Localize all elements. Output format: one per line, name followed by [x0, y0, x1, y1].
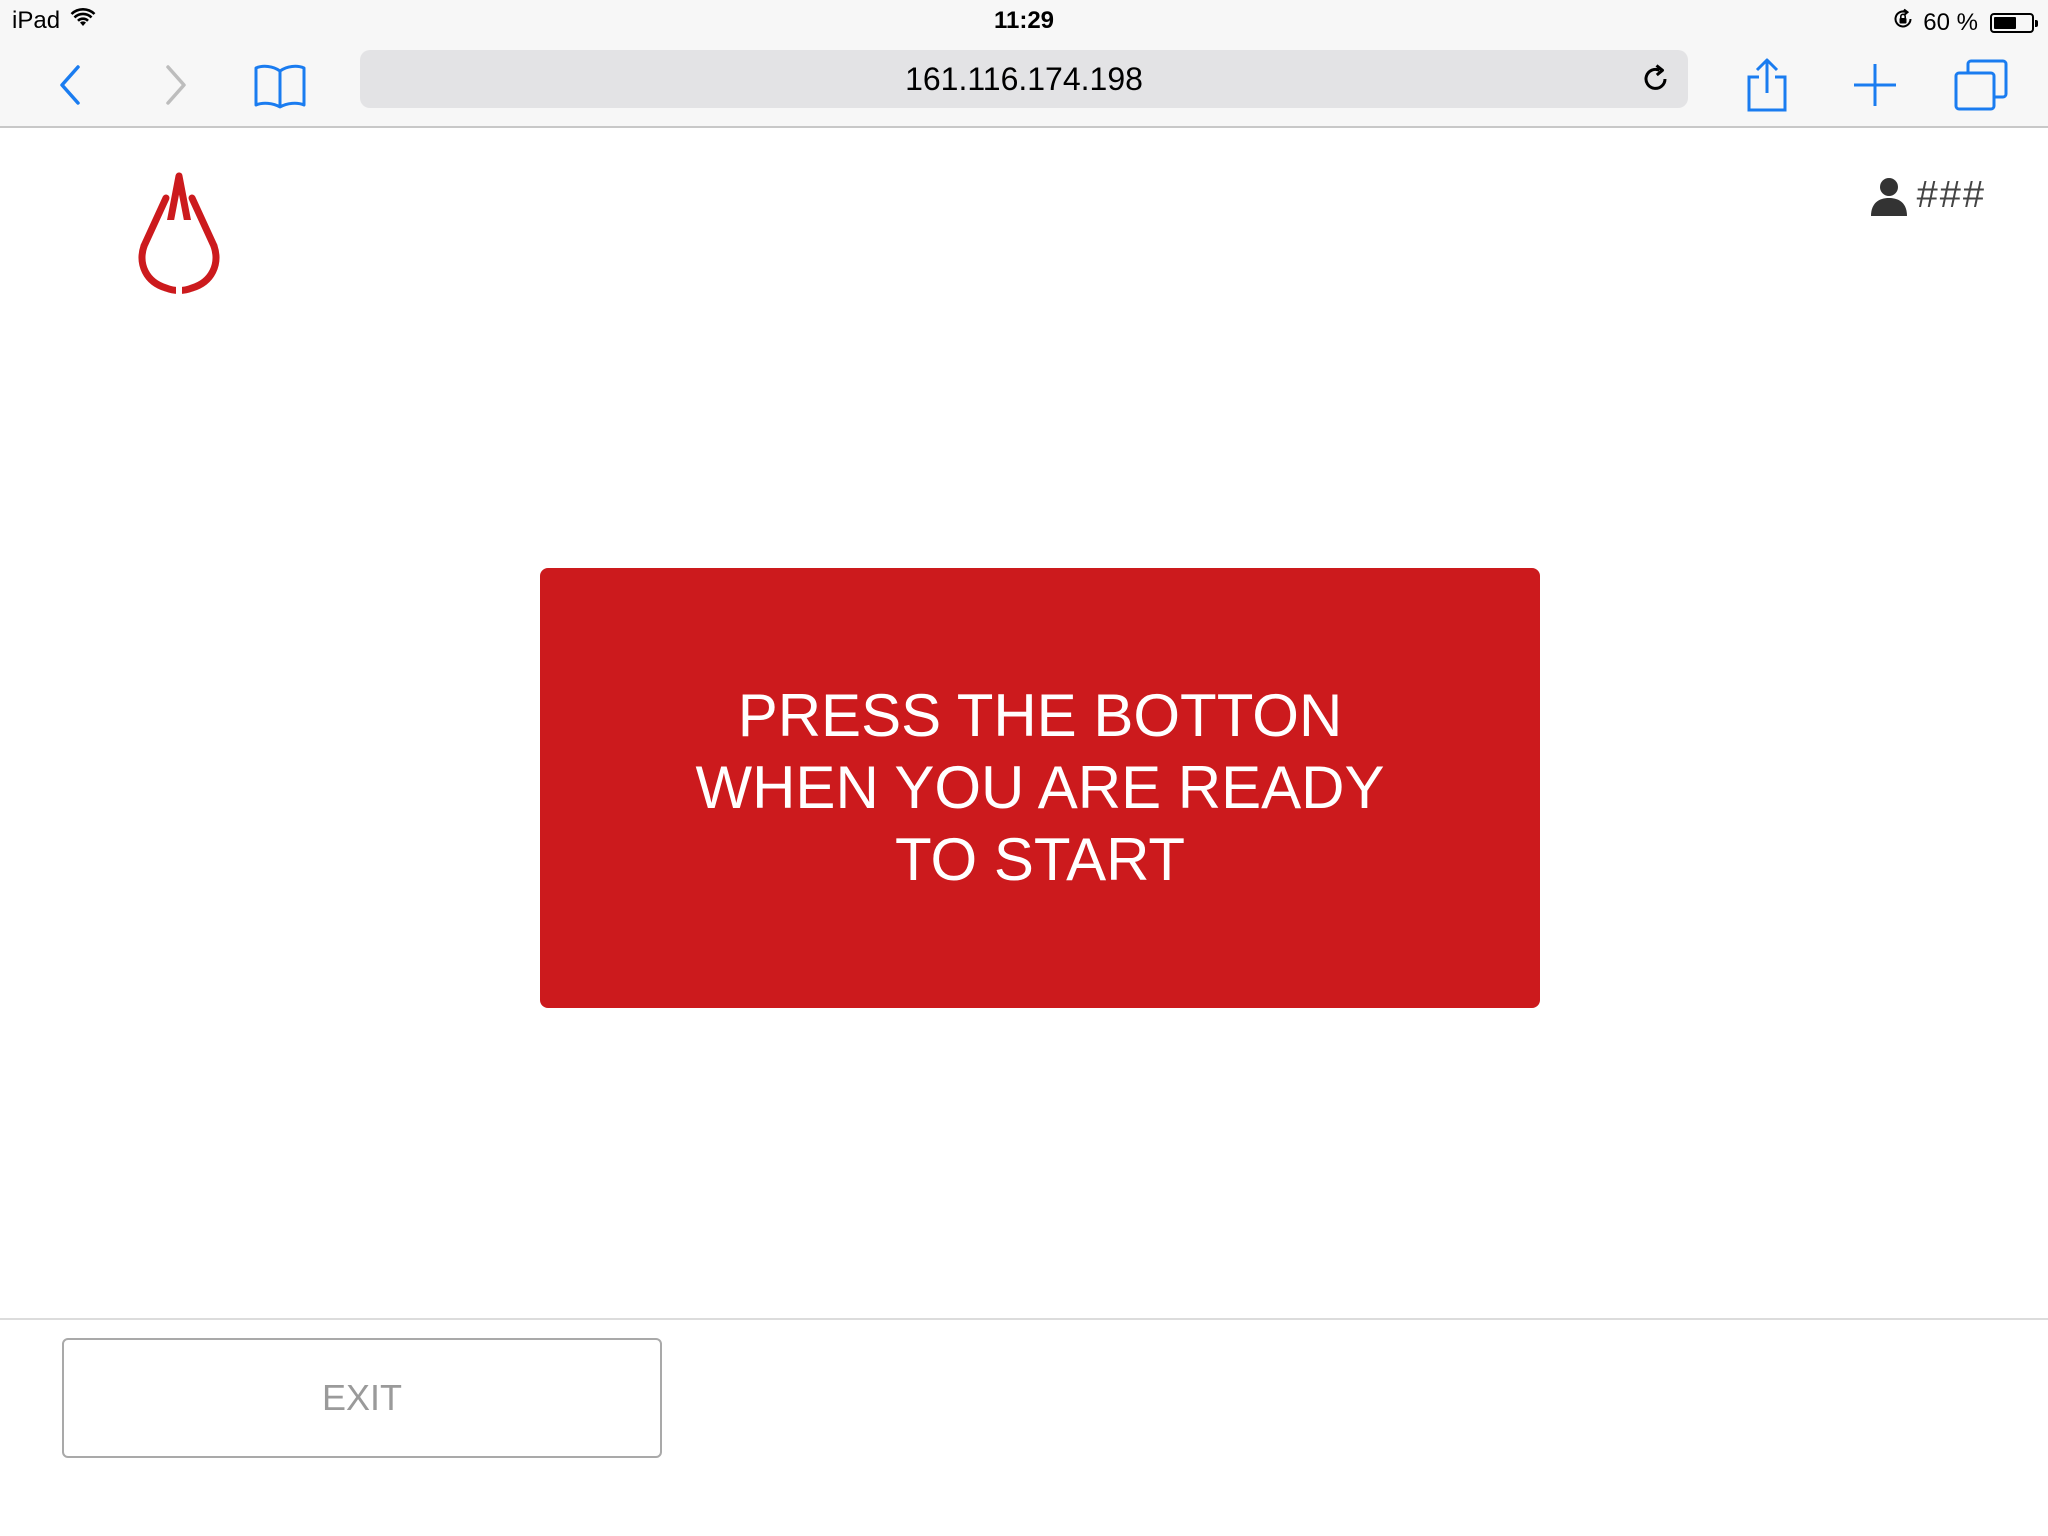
- tabs-button[interactable]: [1946, 50, 2016, 120]
- battery-fill: [1994, 16, 2016, 29]
- status-right: 60 %: [1891, 7, 2038, 38]
- user-name: ###: [1916, 174, 1986, 216]
- share-button[interactable]: [1732, 50, 1802, 120]
- book-icon: [254, 64, 306, 109]
- tabs-icon: [1954, 59, 2008, 111]
- new-tab-button[interactable]: [1840, 50, 1910, 120]
- battery-icon: [1990, 12, 2038, 33]
- exit-button[interactable]: EXIT: [62, 1338, 662, 1458]
- share-icon: [1747, 58, 1787, 112]
- battery-percent: 60 %: [1923, 8, 1978, 36]
- status-time: 11:29: [993, 7, 1055, 34]
- user-indicator[interactable]: ###: [1869, 174, 1986, 217]
- footer-divider: [0, 1318, 2048, 1320]
- url-text: 161.116.174.198: [905, 60, 1143, 97]
- bookmarks-button[interactable]: [245, 50, 315, 120]
- chevron-left-icon: [60, 65, 80, 105]
- back-button[interactable]: [36, 50, 106, 120]
- chevron-right-icon: [166, 65, 186, 105]
- forward-button[interactable]: [140, 50, 210, 120]
- user-icon: [1870, 177, 1907, 216]
- status-bar: iPad 11:29 60 %: [0, 0, 2048, 42]
- plus-icon: [1854, 64, 1896, 106]
- exit-button-label: EXIT: [321, 1377, 402, 1418]
- rotation-lock-icon: [1891, 7, 1915, 38]
- blood-drop-icon: [136, 168, 222, 294]
- browser-toolbar: 161.116.174.198: [0, 42, 2048, 128]
- reload-icon: [1644, 64, 1667, 90]
- address-bar[interactable]: 161.116.174.198: [360, 50, 1688, 108]
- reload-button[interactable]: [1636, 59, 1676, 99]
- start-button-label: PRESS THE BOTTON WHEN YOU ARE READY TO S…: [695, 682, 1385, 893]
- start-button[interactable]: PRESS THE BOTTON WHEN YOU ARE READY TO S…: [540, 568, 1540, 1008]
